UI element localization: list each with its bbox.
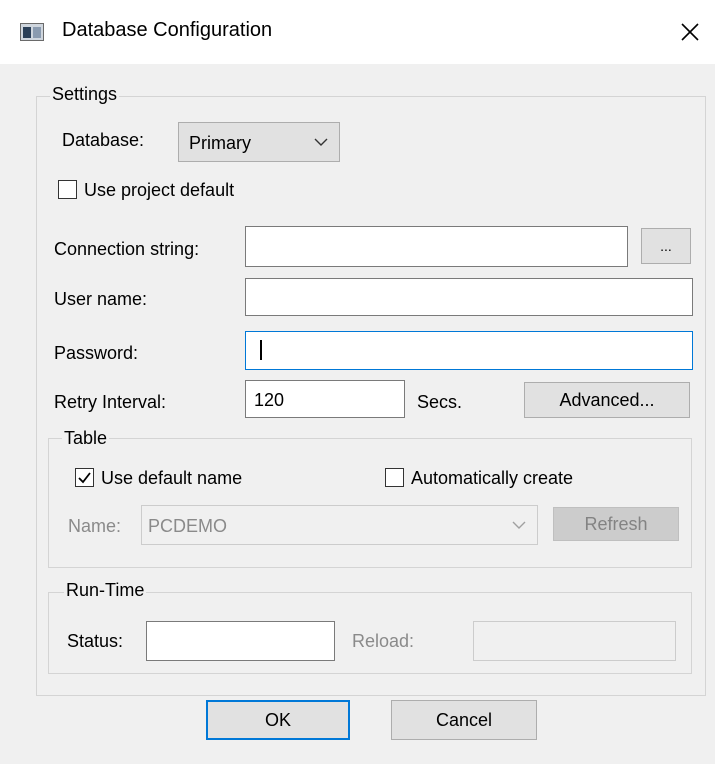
window-title: Database Configuration: [62, 19, 273, 41]
advanced-button[interactable]: Advanced...: [524, 382, 690, 418]
user-name-label: User name:: [54, 289, 148, 309]
settings-group-label: Settings: [50, 84, 120, 105]
ok-button[interactable]: OK: [206, 700, 350, 740]
title-bar: Database Configuration: [0, 0, 715, 64]
reload-field: [473, 621, 676, 661]
database-select[interactable]: Primary: [178, 122, 340, 162]
password-label: Password:: [54, 343, 139, 363]
checkmark-icon: [78, 472, 91, 484]
auto-create-label[interactable]: Automatically create: [411, 468, 573, 489]
use-default-name-checkbox[interactable]: [75, 468, 94, 487]
close-button[interactable]: [672, 14, 708, 50]
table-group-label: Table: [62, 428, 110, 449]
user-name-input[interactable]: [245, 278, 693, 316]
close-icon: [681, 23, 699, 41]
use-default-name-label[interactable]: Use default name: [101, 468, 242, 489]
runtime-group-label: Run-Time: [64, 580, 147, 601]
table-name-value: PCDEMO: [148, 516, 228, 536]
database-select-value: Primary: [189, 133, 251, 153]
secs-label: Secs.: [417, 392, 463, 412]
table-name-label: Name:: [68, 516, 122, 536]
connection-string-label: Connection string:: [54, 239, 200, 259]
table-name-select[interactable]: PCDEMO: [141, 505, 538, 545]
chevron-down-icon: [307, 123, 335, 161]
browse-button[interactable]: ...: [641, 228, 691, 264]
password-input[interactable]: [245, 331, 693, 370]
table-group: [48, 438, 692, 568]
reload-label: Reload:: [352, 631, 415, 651]
retry-interval-label: Retry Interval:: [54, 392, 167, 412]
cancel-button[interactable]: Cancel: [391, 700, 537, 740]
text-cursor: [260, 340, 262, 360]
chevron-down-icon: [505, 506, 533, 544]
use-project-default-label[interactable]: Use project default: [84, 180, 234, 201]
status-label: Status:: [67, 631, 124, 651]
refresh-button[interactable]: Refresh: [553, 507, 679, 541]
connection-string-input[interactable]: [245, 226, 628, 267]
app-window-icon: [20, 23, 44, 41]
auto-create-checkbox[interactable]: [385, 468, 404, 487]
retry-interval-value: 120: [254, 390, 285, 410]
database-label: Database:: [62, 130, 145, 150]
retry-interval-input[interactable]: 120: [245, 380, 405, 418]
status-field[interactable]: [146, 621, 335, 661]
use-project-default-checkbox[interactable]: [58, 180, 77, 199]
